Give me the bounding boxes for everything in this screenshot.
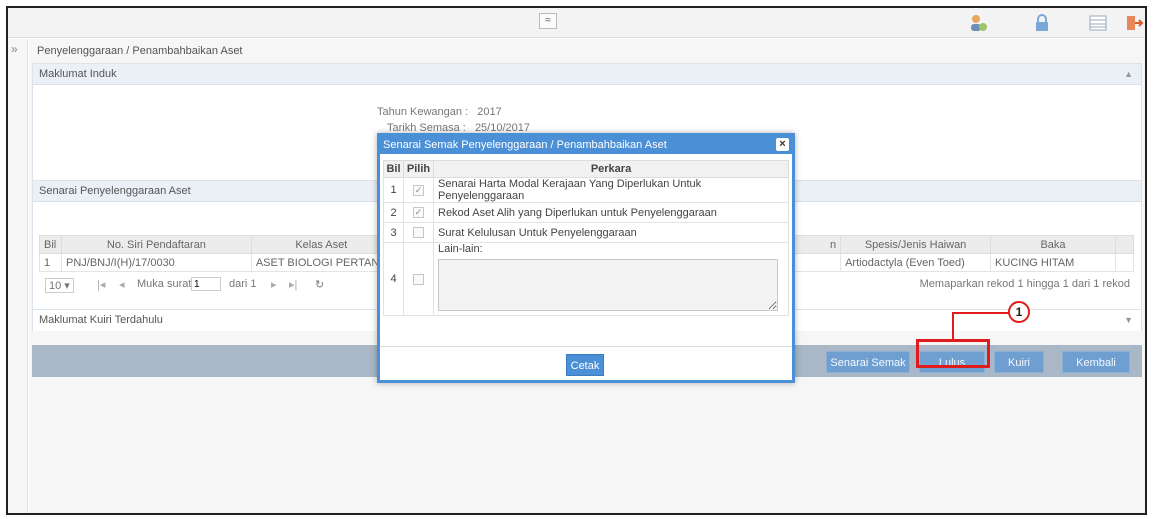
cell-baka: KUCING HITAM [990,253,1116,272]
breadcrumb: Penyelenggaraan / Penambahbaikan Aset [37,45,243,57]
cell-pilih: ✓ [403,202,434,223]
refresh-icon[interactable]: ↻ [315,278,324,291]
dari-label: dari 1 [229,278,257,290]
row-perkara: Surat Kelulusan Untuk Penyelenggaraan [433,222,789,243]
cell-pilih: ✓ [403,177,434,203]
item-checkbox[interactable] [413,273,424,285]
col-filler [1114,235,1135,254]
side-rail: » [8,39,28,513]
kembali-button[interactable]: Kembali [1062,351,1130,373]
callout-line-horizontal [952,312,1010,314]
callout-number: 1 [1008,301,1030,323]
top-toolbar: ≈ [8,8,1145,38]
lain-lain-label: Lain-lain: [438,243,483,255]
tahun-value: 2017 [477,106,502,118]
item-checkbox[interactable]: ✓ [413,207,424,219]
checklist-row: 1 ✓ Senarai Harta Modal Kerajaan Yang Di… [383,177,789,203]
checklist-row: 4 Lain-lain: [383,242,789,316]
checklist-modal: Senarai Semak Penyelenggaraan / Penambah… [377,133,795,383]
col-perkara: Perkara [433,160,789,178]
col-kelas-aset[interactable]: Kelas Aset [250,235,392,254]
col-pilih: Pilih [403,160,434,178]
col-bil: Bil [383,160,404,178]
checklist-row: 2 ✓ Rekod Aset Alih yang Diperlukan untu… [383,202,789,223]
lock-icon[interactable] [1032,13,1052,33]
cell-bil: 1 [39,253,62,272]
row-perkara: Rekod Aset Alih yang Diperlukan untuk Pe… [433,202,789,223]
item-checkbox[interactable] [413,227,424,239]
last-page-icon[interactable]: ▸| [289,278,297,291]
app-window: ≈ » Penyelenggaraan / Penambahbaikan Ase… [6,6,1147,515]
panel-title: Senarai Penyelenggaraan Aset [39,185,191,197]
grid-icon[interactable] [1088,13,1108,33]
next-page-icon[interactable]: ▸ [271,278,277,291]
close-icon[interactable]: × [776,138,789,151]
tahun-label: Tahun Kewangan : [377,106,469,118]
checklist-table: Bil Pilih Perkara 1 ✓ Senarai Harta Moda… [383,160,789,316]
page-number-input[interactable] [191,277,221,291]
first-page-icon[interactable]: |◂ [97,278,105,291]
cell-spesis: Artiodactyla (Even Toed) [840,253,992,272]
checklist-header-row: Bil Pilih Perkara [383,160,789,178]
tahun-kewangan-row: Tahun Kewangan : 2017 [377,106,502,118]
item-checkbox[interactable]: ✓ [413,184,424,196]
row-bil: 4 [383,242,404,316]
kuiri-button[interactable]: Kuiri [994,351,1044,373]
collapse-header-button[interactable]: ≈ [539,13,557,29]
col-bil[interactable]: Bil [39,235,62,254]
cell-pilih [403,222,434,243]
cell-no-siri: PNJ/BNJ/I(H)/17/0030 [60,253,252,272]
checklist-row: 3 Surat Kelulusan Untuk Penyelenggaraan [383,222,789,243]
prev-page-icon[interactable]: ◂ [119,278,125,291]
expand-sidebar-icon[interactable]: » [11,42,18,56]
lain-lain-textarea[interactable] [438,259,778,311]
panel-title: Maklumat Induk [39,68,117,80]
cell-filler [1114,253,1135,272]
user-icon[interactable] [968,13,988,33]
senarai-semak-button[interactable]: Senarai Semak [826,351,910,373]
cetak-button[interactable]: Cetak [566,354,604,376]
col-no-siri[interactable]: No. Siri Pendaftaran [60,235,252,254]
col-spesis[interactable]: Spesis/Jenis Haiwan [840,235,992,254]
row-bil: 2 [383,202,404,223]
maklumat-induk-header[interactable]: Maklumat Induk ▲ [33,64,1141,85]
lulus-highlight [916,339,990,368]
collapse-icon[interactable]: ▲ [1124,64,1133,85]
page-size-select[interactable]: 10 ▾ [45,278,74,293]
modal-footer: Cetak [380,346,792,380]
col-baka[interactable]: Baka [990,235,1116,254]
row-perkara-lain: Lain-lain: [433,242,789,316]
logout-icon[interactable] [1124,13,1144,33]
panel-title: Maklumat Kuiri Terdahulu [39,314,163,326]
cell-kelas: ASET BIOLOGI PERTANI [250,253,392,272]
row-bil: 1 [383,177,404,203]
expand-icon[interactable]: ▼ [1124,310,1133,331]
modal-title: Senarai Semak Penyelenggaraan / Penambah… [383,139,667,151]
record-summary: Memaparkan rekod 1 hingga 1 dari 1 rekod [919,278,1130,290]
row-perkara: Senarai Harta Modal Kerajaan Yang Diperl… [433,177,789,203]
cell-pilih [403,242,434,316]
callout-line-vertical [952,312,954,340]
modal-header: Senarai Semak Penyelenggaraan / Penambah… [380,136,792,154]
row-bil: 3 [383,222,404,243]
muka-surat-label: Muka surat [137,278,192,290]
